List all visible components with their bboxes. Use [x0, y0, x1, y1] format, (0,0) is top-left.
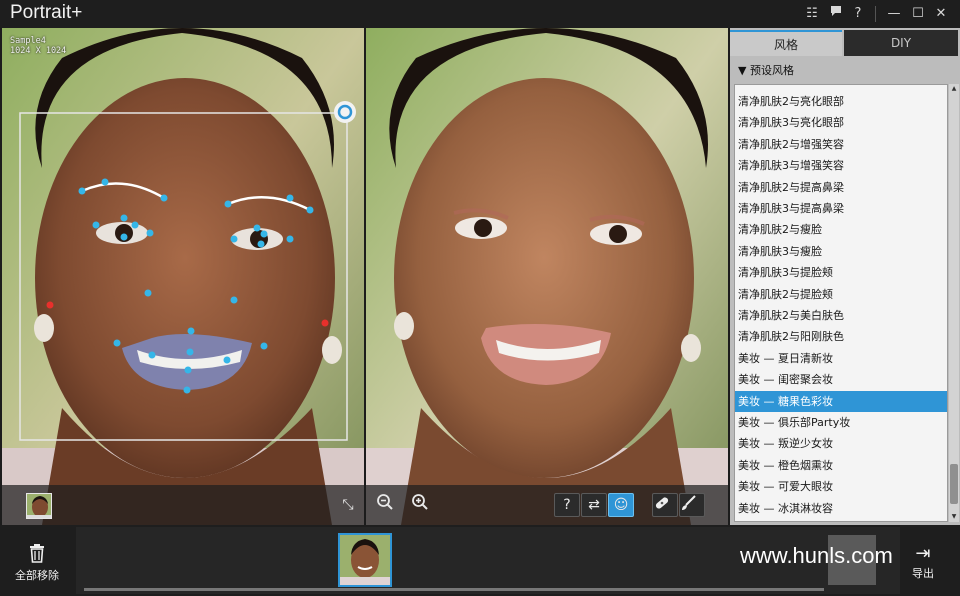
result-pane-toolbar: ? ⇄ ☺ [366, 485, 728, 525]
preset-list-item[interactable]: 清净肌肤3与提高鼻梁 [735, 198, 947, 219]
preset-list-item[interactable]: 清净肌肤3与亮化眼部 [735, 112, 947, 133]
preset-list-item[interactable]: 美妆 — 俱乐部Party妆 [735, 412, 947, 433]
original-pane-toolbar: ⤡ [2, 485, 364, 525]
face-detect-icon[interactable]: ☺ [608, 493, 634, 517]
title-separator [875, 6, 876, 22]
filmstrip-thumbnail[interactable] [338, 533, 392, 587]
preset-list-item[interactable]: 清净肌肤2与提脸颊 [735, 284, 947, 305]
zoom-out-icon[interactable] [376, 493, 402, 517]
list-scrollbar[interactable]: ▲ ▼ [949, 84, 959, 522]
minimize-icon[interactable]: — [884, 4, 904, 24]
remove-all-label: 全部移除 [15, 569, 59, 582]
face-thumbnail[interactable] [26, 493, 52, 519]
export-button[interactable]: ⇥ 导出 [900, 543, 946, 581]
preset-list-item[interactable]: 清净肌肤2与增强笑容 [735, 134, 947, 155]
filmstrip-scrollbar[interactable] [84, 588, 824, 591]
preset-list-item[interactable]: 清净肌肤2与瘦脸 [735, 219, 947, 240]
list-icon[interactable]: ☷ [802, 4, 822, 24]
export-icon: ⇥ [915, 543, 931, 564]
preset-list-item[interactable]: 美妆 — 橙色烟熏妆 [735, 455, 947, 476]
watermark: www.hunls.com [740, 543, 893, 568]
retouched-portrait-image [366, 28, 728, 525]
close-icon[interactable]: ✕ [931, 4, 951, 24]
trash-icon [8, 543, 66, 567]
original-photo-pane[interactable]: Sample4 1024 X 1024 ⤡ [2, 28, 364, 525]
image-info: Sample4 1024 X 1024 [10, 36, 66, 56]
preset-list-item[interactable]: 美妆 — 糖果色彩妆 [735, 390, 947, 412]
fit-screen-icon[interactable]: ⤡ [335, 493, 361, 517]
scroll-up-icon[interactable]: ▲ [949, 84, 959, 94]
scroll-down-icon[interactable]: ▼ [949, 512, 959, 522]
result-photo-pane[interactable]: ? ⇄ ☺ [366, 28, 728, 525]
preset-list-item[interactable]: 清净肌肤2与阳刚肤色 [735, 326, 947, 347]
original-portrait-image [2, 28, 364, 525]
preset-list-item[interactable]: 清净肌肤2与美白肤色 [735, 305, 947, 326]
help-button[interactable]: ? [554, 493, 580, 517]
swap-icon[interactable]: ⇄ [581, 493, 607, 517]
image-name: Sample4 [10, 36, 46, 46]
preset-list-item[interactable]: 美妆 — 叛逆少女妆 [735, 433, 947, 454]
tab-diy[interactable]: DIY [844, 30, 958, 56]
remove-all-button[interactable]: 全部移除 [8, 543, 66, 583]
preset-list-item[interactable]: 清净肌肤2与亮化眼部 [735, 91, 947, 112]
scroll-thumb[interactable] [950, 464, 958, 504]
heal-bandage-icon[interactable] [652, 493, 678, 517]
brush-icon[interactable] [679, 493, 705, 517]
app-title: Portrait+ [10, 2, 83, 23]
preset-list-item[interactable]: 清净肌肤3与增强笑容 [735, 155, 947, 176]
zoom-in-icon[interactable] [411, 493, 437, 517]
preset-style-list: 清净肌肤2与亮化眼部 清净肌肤3与亮化眼部 清净肌肤2与增强笑容 清净肌肤3与增强笑容… [734, 84, 948, 522]
preset-list-item[interactable]: 美妆 — 闺密聚会妆 [735, 369, 947, 390]
bottom-bar: 全部移除 www.hunls.com ⇥ 导出 [0, 525, 960, 596]
style-panel: 风格 DIY ▼ 预设风格 清净肌肤2与亮化眼部 清净肌肤3与亮化眼部 清净肌肤2与… [730, 28, 960, 525]
preset-list-item[interactable]: 清净肌肤3与瘦脸 [735, 241, 947, 262]
title-bar: Portrait+ ☷ ? — ☐ ✕ [0, 0, 960, 28]
maximize-icon[interactable]: ☐ [908, 4, 928, 24]
tab-style[interactable]: 风格 [730, 30, 842, 56]
preset-list-item[interactable]: 美妆 — 冰淇淋妆容 [735, 498, 947, 519]
preset-list-item[interactable]: 美妆 — 夏日清新妆 [735, 348, 947, 369]
help-icon[interactable]: ? [848, 4, 868, 24]
preset-styles-header[interactable]: ▼ 预设风格 [730, 60, 960, 82]
export-label: 导出 [912, 567, 934, 580]
feedback-icon[interactable] [826, 4, 846, 24]
image-size: 1024 X 1024 [10, 46, 67, 56]
preset-list-item[interactable]: 美妆 — 可爱大眼妆 [735, 476, 947, 497]
preset-list-item[interactable]: 清净肌肤2与提高鼻梁 [735, 177, 947, 198]
preset-list-item[interactable]: 清净肌肤3与提脸颊 [735, 262, 947, 283]
